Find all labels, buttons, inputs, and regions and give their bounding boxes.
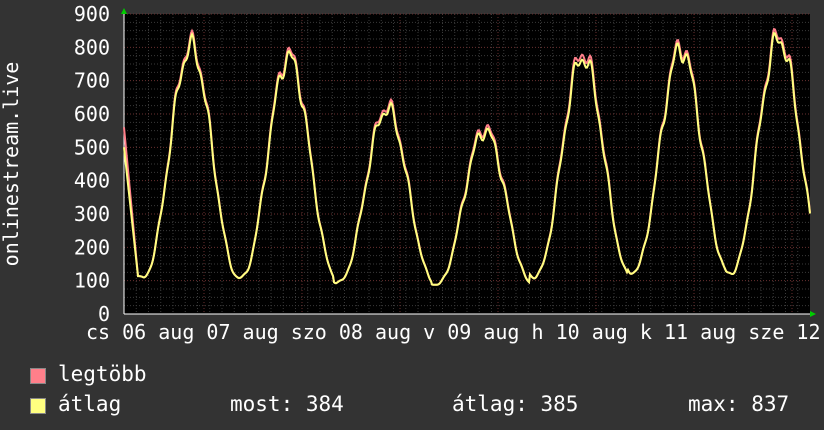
legend-row-avg: átlag most: 384 átlag: 385 max: 837: [30, 392, 820, 422]
stat-max: max: 837: [688, 392, 790, 416]
y-tick-label: 100: [74, 269, 110, 293]
y-axis-arrow: [121, 8, 127, 14]
legend-row-max: legtöbb: [30, 362, 820, 392]
y-tick-label: 500: [74, 135, 110, 159]
chart-container: 0 100 200 300 400 500 600 700 800 900 cs 06 aug 07…: [0, 0, 824, 430]
legend: legtöbb átlag most: 384 átlag: 385 max: …: [30, 362, 820, 422]
y-tick-label: 600: [74, 102, 110, 126]
y-tick-label: 400: [74, 169, 110, 193]
legend-swatch-avg: [30, 398, 46, 414]
line-chart: 0100200300400500600700800900cs 06 aug 07…: [0, 2, 824, 344]
y-tick-label: 300: [74, 202, 110, 226]
y-tick-label: 900: [74, 2, 110, 26]
legend-label-max: legtöbb: [58, 362, 147, 386]
legend-swatch-max: [30, 368, 46, 384]
y-tick-label: 800: [74, 35, 110, 59]
legend-label-avg: átlag: [58, 392, 122, 416]
x-axis-arrow: [810, 311, 816, 317]
y-axis-label: onlinestream.live: [0, 62, 23, 267]
stat-now: most: 384: [230, 392, 344, 416]
y-tick-label: 200: [74, 235, 110, 259]
stat-avg: átlag: 385: [452, 392, 579, 416]
x-tick-labels: cs 06 aug 07 aug szo 08 aug v 09 aug h 1…: [86, 320, 824, 344]
y-tick-label: 700: [74, 69, 110, 93]
